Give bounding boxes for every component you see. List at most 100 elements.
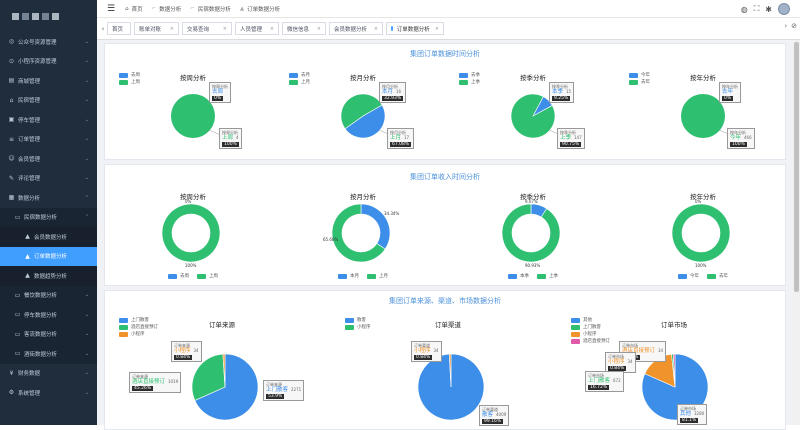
tooltip: 按月分析 上月 17 67.08% <box>387 128 415 149</box>
sidebar-item[interactable]: ▭ 客流数据分析 ⌄ <box>0 324 97 344</box>
tab-close-all-icon[interactable]: ⊘ <box>791 22 797 30</box>
sidebar-item-label: 停车管理 <box>18 117 41 124</box>
legend-item[interactable]: 本季 <box>508 273 529 279</box>
sidebar-item[interactable]: ▭ 停车数据分析 ⌄ <box>0 305 97 325</box>
avatar[interactable] <box>778 3 790 15</box>
sidebar-item-label: 小程序资源管理 <box>18 59 57 66</box>
sidebar-item[interactable]: ▲ 数据趋势分析 <box>0 266 97 286</box>
sidebar-item[interactable]: ▭ 酒街数据分析 ⌄ <box>0 344 97 364</box>
sidebar-item[interactable]: ▣ 停车管理 ⌄ <box>0 110 97 130</box>
legend: 去周 上周 <box>113 273 273 279</box>
data-label: 34.34% <box>384 211 400 216</box>
legend: 本月 上月 <box>283 273 443 279</box>
tab-scroll-right-icon[interactable]: › <box>784 22 787 30</box>
tooltip-percent: 67.08% <box>390 142 412 147</box>
tooltip-percent: 45.26% <box>132 386 154 391</box>
folder-icon: ▭ <box>14 350 21 358</box>
breadcrumb-analysis[interactable]: ⌐ 数据分析 <box>149 5 182 13</box>
hamburger-icon[interactable]: ☰ <box>107 4 115 14</box>
sidebar-item[interactable]: ≡ 订单管理 ⌄ <box>0 130 97 150</box>
tooltip-value: 466 <box>744 135 752 140</box>
folder-icon: ▭ <box>14 213 21 221</box>
close-icon[interactable]: × <box>223 26 227 32</box>
sidebar-item-label: 会员数据分析 <box>34 234 68 241</box>
tab[interactable]: 人员管理 × <box>235 22 279 35</box>
mall-icon: ▤ <box>8 77 15 85</box>
sidebar-item-label: 民宿数据分析 <box>24 215 58 222</box>
legend-item[interactable]: 今年 <box>678 273 699 279</box>
chart-icon: ⌐ <box>190 5 195 12</box>
legend-label: 上周 <box>209 274 218 279</box>
tab-bar: ‹ 首页 账单对账 × 交易查询 × 人员管理 × 微信信息 × 会员数据分析 × 订单数据分析 × ›… <box>97 18 800 40</box>
legend-item[interactable]: 上周 <box>197 273 218 279</box>
tooltip-value: 34 <box>627 359 633 364</box>
sidebar-item[interactable]: ⊙ 小程序资源管理 ⌄ <box>0 52 97 72</box>
chevron-down-icon: ⌄ <box>84 389 89 396</box>
sidebar-item[interactable]: ⌂ 民宿管理 ⌄ <box>0 91 97 111</box>
tab[interactable]: 交易查询 × <box>182 22 232 35</box>
pie-slice[interactable] <box>161 203 221 263</box>
legend-item[interactable]: 上季 <box>537 273 558 279</box>
close-icon[interactable]: × <box>435 26 439 32</box>
pie-chart: 订单渠道 散客 小程序 订单渠道 小程序 34 0.84% 订单渠道 散客 4009 99.16% <box>339 305 557 429</box>
pie-slice[interactable] <box>671 203 731 263</box>
sidebar-item[interactable]: ▦ 数据分析 ⌃ <box>0 188 97 208</box>
tooltip-name: 小程序 <box>174 348 191 354</box>
sidebar-item[interactable]: ☺ 会员管理 ⌄ <box>0 149 97 169</box>
data-label: 9.07% <box>525 199 538 204</box>
legend-item[interactable]: 本月 <box>338 273 359 279</box>
sidebar-item[interactable]: ▤ 商城管理 ⌄ <box>0 71 97 91</box>
tab[interactable]: 账单对账 × <box>134 22 179 35</box>
sidebar-item[interactable]: ⚙ 系统管理 ⌄ <box>0 383 97 403</box>
sidebar-item[interactable]: ▭ 民宿数据分析 ⌃ <box>0 207 97 227</box>
tooltip-name: 上门散客 <box>588 378 611 384</box>
sidebar-item-label: 酒街数据分析 <box>24 351 58 358</box>
close-icon[interactable]: × <box>374 26 378 32</box>
breadcrumb-home[interactable]: ⌂ 首页 <box>125 5 143 13</box>
tab[interactable]: 微信信息 × <box>282 22 326 35</box>
close-icon[interactable]: × <box>270 26 274 32</box>
chart-icon: ▲ <box>25 252 30 260</box>
sidebar-item[interactable]: ✎ 评论管理 ⌄ <box>0 169 97 189</box>
tooltip-value: 17 <box>404 135 410 140</box>
legend-swatch <box>707 273 716 279</box>
sidebar-item[interactable]: ◎ 公众号资源管理 ⌄ <box>0 32 97 52</box>
globe-icon[interactable]: ◍ <box>741 5 748 14</box>
tooltip-value: 672 <box>613 378 621 383</box>
sidebar-item-label: 订单数据分析 <box>34 254 68 261</box>
sidebar-item[interactable]: ¥ 财务数据 ⌄ <box>0 364 97 384</box>
pie-svg <box>191 353 259 421</box>
data-label: 0% <box>695 199 702 204</box>
data-label: 65.66% <box>323 237 339 242</box>
pie-slice[interactable] <box>501 203 561 263</box>
tooltip-percent: 0.84% <box>414 355 433 360</box>
breadcrumb-label: 民宿数据分析 <box>197 6 231 13</box>
tooltip: 按年分析 去年 0% <box>719 82 741 103</box>
legend-item[interactable]: 上月 <box>367 273 388 279</box>
miniapp-icon: ⊙ <box>8 57 15 65</box>
income-analysis-panel: 集团订单收入时间分析 按周分析 0% 100% 去周 上周 按月分析 65.66% 34.34… <box>104 164 786 286</box>
tab[interactable]: 首页 <box>107 22 131 35</box>
tab[interactable]: 会员数据分析 × <box>329 22 383 35</box>
legend-item[interactable]: 去周 <box>168 273 189 279</box>
sidebar-item[interactable]: ▭ 餐饮数据分析 ⌄ <box>0 285 97 305</box>
tooltip-value: 4009 <box>496 412 507 417</box>
sidebar-item[interactable]: ▲ 会员数据分析 <box>0 227 97 247</box>
fullscreen-icon[interactable]: ⛶ <box>754 4 760 14</box>
tab-scroll-left-icon[interactable]: ‹ <box>99 25 107 33</box>
scrollbar[interactable] <box>793 40 800 425</box>
tooltip-name: 今年 <box>730 135 742 141</box>
tooltip: 按季分析 本季 15 9.25% <box>549 82 575 103</box>
legend-item[interactable]: 去年 <box>707 273 728 279</box>
sidebar-item[interactable]: ▲ 订单数据分析 <box>0 246 97 266</box>
folder-icon: ▭ <box>14 330 21 338</box>
tooltip-name: 去年 <box>722 89 734 95</box>
tab[interactable]: 订单数据分析 × <box>386 22 444 35</box>
tooltip-name: 酒店直接预订 <box>132 379 166 385</box>
close-icon[interactable]: × <box>170 26 174 32</box>
settings-icon[interactable]: ✱ <box>765 5 772 14</box>
breadcrumb-label: 首页 <box>131 6 143 13</box>
breadcrumb-homestay[interactable]: ⌐ 民宿数据分析 <box>187 5 231 13</box>
data-label: 0% <box>185 199 192 204</box>
close-icon[interactable]: × <box>317 26 321 32</box>
